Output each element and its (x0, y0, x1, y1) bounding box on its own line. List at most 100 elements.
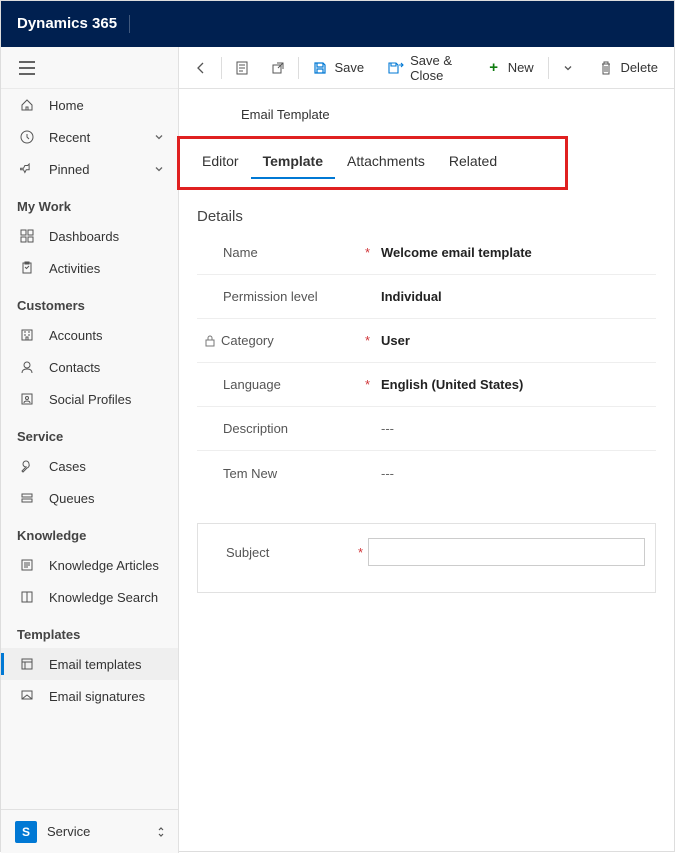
wrench-icon (19, 458, 35, 474)
brand-title: Dynamics 365 (17, 15, 130, 33)
cmd-label: New (508, 60, 534, 75)
entity-label: Email Template (179, 107, 674, 122)
command-bar: Save Save & Close + New Delete (179, 47, 674, 89)
nav-label: Recent (49, 130, 140, 145)
nav-cases[interactable]: Cases (1, 450, 178, 482)
nav-knowledge-search[interactable]: Knowledge Search (1, 581, 178, 613)
nav-recent[interactable]: Recent (1, 121, 178, 153)
field-category[interactable]: Category * User (197, 319, 656, 363)
chevron-down-icon (154, 132, 164, 142)
nav-group-mywork: My Work (1, 185, 178, 220)
field-value: --- (375, 421, 648, 436)
new-button[interactable]: + New (474, 47, 546, 89)
field-value: --- (375, 466, 648, 481)
new-dropdown-button[interactable] (550, 47, 586, 89)
nav-label: Dashboards (49, 229, 164, 244)
field-label: Tem New (223, 466, 277, 481)
nav-contacts[interactable]: Contacts (1, 351, 178, 383)
nav-label: Knowledge Search (49, 590, 164, 605)
field-value: User (375, 333, 648, 348)
cmd-label: Save (334, 60, 364, 75)
nav-label: Queues (49, 491, 164, 506)
required-mark: * (365, 245, 375, 260)
field-description[interactable]: Description --- (197, 407, 656, 451)
field-value: Individual (375, 289, 648, 304)
separator (548, 57, 549, 79)
chevron-updown-icon (156, 825, 166, 839)
save-icon (312, 60, 328, 76)
open-new-window-button[interactable] (260, 47, 296, 89)
nav-home[interactable]: Home (1, 89, 178, 121)
field-language[interactable]: Language * English (United States) (197, 363, 656, 407)
subject-input[interactable] (368, 538, 645, 566)
template-icon (19, 656, 35, 672)
tab-attachments[interactable]: Attachments (335, 147, 437, 179)
lock-icon (205, 335, 215, 347)
tab-template[interactable]: Template (251, 147, 335, 179)
field-label: Language (223, 377, 281, 392)
queue-icon (19, 490, 35, 506)
nav-pinned[interactable]: Pinned (1, 153, 178, 185)
tabs-highlight: Editor Template Attachments Related (177, 136, 568, 190)
separator (298, 57, 299, 79)
separator (221, 57, 222, 79)
book-icon (19, 589, 35, 605)
popout-icon (270, 60, 286, 76)
signature-icon (19, 688, 35, 704)
form-icon (234, 60, 250, 76)
article-icon (19, 557, 35, 573)
back-arrow-icon (193, 60, 209, 76)
subject-section: Subject * (197, 523, 656, 593)
nav-group-knowledge: Knowledge (1, 514, 178, 549)
area-badge: S (15, 821, 37, 843)
field-label: Description (223, 421, 288, 436)
nav-queues[interactable]: Queues (1, 482, 178, 514)
hamburger-icon[interactable] (19, 60, 35, 76)
tab-editor[interactable]: Editor (190, 147, 251, 179)
nav-accounts[interactable]: Accounts (1, 319, 178, 351)
area-label: Service (47, 824, 90, 839)
profile-icon (19, 391, 35, 407)
section-details-title: Details (197, 208, 656, 225)
save-close-button[interactable]: Save & Close (376, 47, 474, 89)
pin-icon (19, 161, 35, 177)
nav-label: Home (49, 98, 164, 113)
nav-social-profiles[interactable]: Social Profiles (1, 383, 178, 415)
nav-group-service: Service (1, 415, 178, 450)
nav-activities[interactable]: Activities (1, 252, 178, 284)
field-temnew[interactable]: Tem New --- (197, 451, 656, 495)
nav-label: Activities (49, 261, 164, 276)
nav-email-signatures[interactable]: Email signatures (1, 680, 178, 712)
sidebar: Home Recent Pinned My Work Dashboards Ac… (1, 47, 179, 853)
save-button[interactable]: Save (300, 47, 376, 89)
back-button[interactable] (183, 47, 219, 89)
nav-label: Email signatures (49, 689, 164, 704)
nav-group-templates: Templates (1, 613, 178, 648)
field-name[interactable]: Name * Welcome email template (197, 231, 656, 275)
nav-knowledge-articles[interactable]: Knowledge Articles (1, 549, 178, 581)
chevron-down-icon (560, 60, 576, 76)
delete-button[interactable]: Delete (586, 47, 670, 89)
nav-email-templates[interactable]: Email templates (1, 648, 178, 680)
nav-dashboards[interactable]: Dashboards (1, 220, 178, 252)
field-permission[interactable]: Permission level Individual (197, 275, 656, 319)
clipboard-icon (19, 260, 35, 276)
nav-label: Pinned (49, 162, 140, 177)
required-mark: * (365, 377, 375, 392)
home-icon (19, 97, 35, 113)
form-selector-button[interactable] (224, 47, 260, 89)
nav-label: Cases (49, 459, 164, 474)
field-value: Welcome email template (375, 245, 648, 260)
plus-icon: + (486, 60, 502, 76)
field-value: English (United States) (375, 377, 648, 392)
area-switcher[interactable]: S Service (1, 809, 178, 853)
trash-icon (598, 60, 614, 76)
save-close-icon (388, 60, 404, 76)
field-label: Permission level (223, 289, 318, 304)
field-label: Category (221, 333, 274, 348)
building-icon (19, 327, 35, 343)
top-bar: Dynamics 365 (1, 1, 674, 47)
nav-label: Contacts (49, 360, 164, 375)
tab-related[interactable]: Related (437, 147, 509, 179)
cmd-label: Delete (620, 60, 658, 75)
